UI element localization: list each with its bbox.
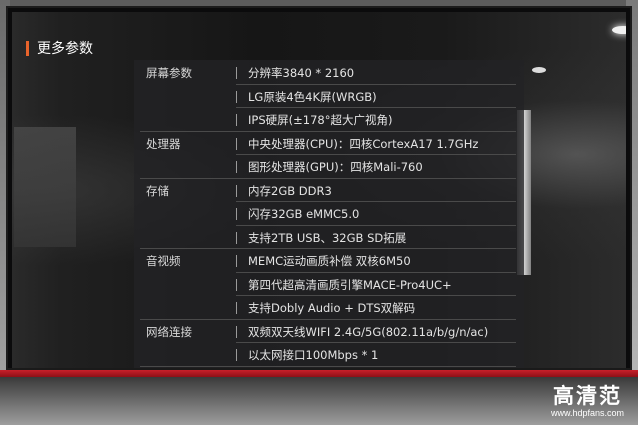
spec-row: 存储 内存2GB DDR3 xyxy=(134,179,524,202)
spec-value: 中央处理器(CPU)：四核CortexA17 1.7GHz xyxy=(248,136,479,151)
spec-value: 支持Dobly Audio + DTS双解码 xyxy=(248,301,416,315)
spec-panel[interactable]: 屏幕参数 分辨率3840 * 2160 LG原装4色4K屏(WRGB) IPS硬屏(±… xyxy=(134,60,524,368)
reflection-window xyxy=(14,127,76,247)
spec-separator xyxy=(236,255,237,267)
spec-category: 音视频 xyxy=(146,254,181,268)
spec-row: 第四代超高清画质引擎MACE-Pro4UC+ xyxy=(134,273,524,296)
spec-value: 双频双天线WIFI 2.4G/5G(802.11a/b/g/n/ac) xyxy=(248,324,489,339)
spec-row: 处理器 中央处理器(CPU)：四核CortexA17 1.7GHz xyxy=(134,132,524,155)
spec-row: 支持Dobly Audio + DTS双解码 xyxy=(134,296,524,320)
spec-separator xyxy=(236,231,237,244)
floor-area xyxy=(0,377,638,425)
row-divider xyxy=(140,365,516,367)
spec-value: 以太网接口100Mbps * 1 xyxy=(248,348,379,362)
spec-value: 支持2TB USB、32GB SD拓展 xyxy=(248,230,407,245)
spec-category: 网络连接 xyxy=(146,324,192,339)
spec-value: 第四代超高清画质引擎MACE-Pro4UC+ xyxy=(248,277,452,292)
page-header: 更多参数 xyxy=(26,38,93,58)
spec-value: 分辨率3840 * 2160 xyxy=(248,66,355,80)
spec-row: 音视频 MEMC运动画质补偿 双核6M50 xyxy=(134,249,524,273)
spec-separator xyxy=(236,349,237,361)
spec-separator xyxy=(236,67,237,79)
spec-separator xyxy=(236,325,237,338)
page-title: 更多参数 xyxy=(37,41,93,57)
spec-row: 闪存32GB eMMC5.0 xyxy=(134,202,524,226)
spec-category: 存储 xyxy=(146,183,169,198)
spec-category: 屏幕参数 xyxy=(146,66,192,80)
reflection-ceiling-light-small xyxy=(532,67,546,73)
accent-bar xyxy=(26,40,29,56)
tv-red-trim xyxy=(0,370,638,377)
spec-row: 以太网接口100Mbps * 1 xyxy=(134,343,524,367)
spec-category: 处理器 xyxy=(146,136,181,151)
watermark-url: www.hdpfans.com xyxy=(550,408,624,418)
spec-separator xyxy=(236,278,237,291)
spec-value: 图形处理器(GPU)：四核Mali-760 xyxy=(248,160,423,174)
spec-value: LG原装4色4K屏(WRGB) xyxy=(248,89,377,104)
tv-frame: 更多参数 屏幕参数 分辨率3840 * 2160 LG原装4色4K屏(WRGB) IP… xyxy=(6,6,632,376)
spec-row: 支持2TB USB、32GB SD拓展 xyxy=(134,226,524,249)
spec-value: IPS硬屏(±178°超大广视角) xyxy=(248,113,393,127)
tv-screen: 更多参数 屏幕参数 分辨率3840 * 2160 LG原装4色4K屏(WRGB) IP… xyxy=(12,12,626,368)
spec-separator xyxy=(236,161,237,173)
spec-row: LG原装4色4K屏(WRGB) xyxy=(134,85,524,108)
spec-row: 屏幕参数 分辨率3840 * 2160 xyxy=(134,61,524,85)
spec-separator xyxy=(236,302,237,314)
spec-row: 网络连接 双频双天线WIFI 2.4G/5G(802.11a/b/g/n/ac) xyxy=(134,320,524,343)
spec-value: 内存2GB DDR3 xyxy=(248,183,332,198)
spec-row: 图形处理器(GPU)：四核Mali-760 xyxy=(134,155,524,179)
spec-separator xyxy=(236,90,237,103)
watermark-logo: 高清范 xyxy=(552,384,622,408)
spec-separator xyxy=(236,114,237,126)
watermark: 高清范 www.hdpfans.com xyxy=(551,380,624,418)
spec-row: IPS硬屏(±178°超大广视角) xyxy=(134,108,524,132)
spec-separator xyxy=(236,208,237,220)
spec-separator xyxy=(236,137,237,150)
spec-value: MEMC运动画质补偿 双核6M50 xyxy=(248,254,411,268)
spec-value: 闪存32GB eMMC5.0 xyxy=(248,207,360,221)
reflection-ceiling-light xyxy=(612,26,626,34)
spec-separator xyxy=(236,184,237,197)
